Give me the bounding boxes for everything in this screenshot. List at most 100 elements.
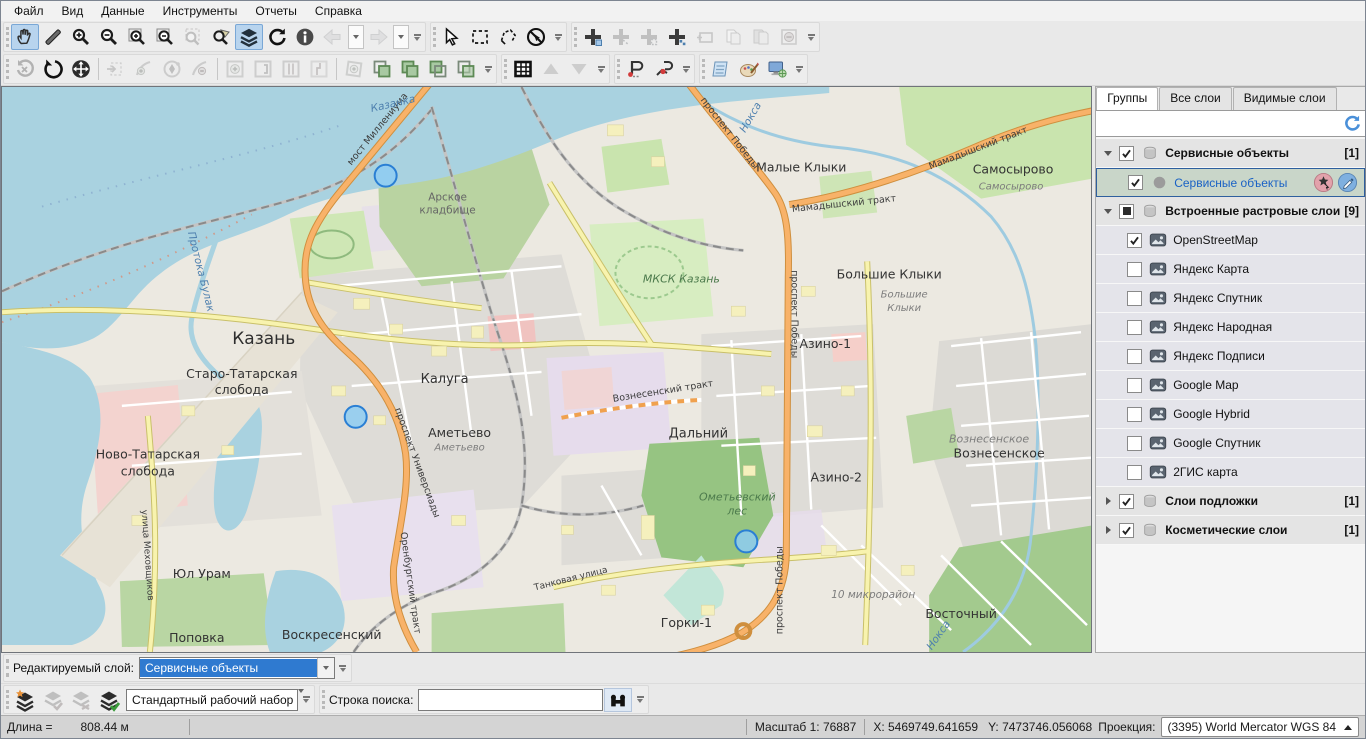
layer-checkbox[interactable] <box>1128 175 1143 190</box>
workset-save-icon[interactable] <box>39 687 67 713</box>
toolbar-overflow-button[interactable] <box>595 56 607 82</box>
expand-icon[interactable] <box>1100 526 1116 534</box>
layer-checkbox[interactable] <box>1119 146 1134 161</box>
layer-group-row[interactable]: Встроенные растровые слои [9] <box>1096 197 1365 226</box>
transform-rect-icon[interactable] <box>102 56 130 82</box>
working-set-combo[interactable]: Стандартный рабочий набор <box>126 689 298 711</box>
edit-action-icon[interactable] <box>1337 172 1358 193</box>
add-object-by-coordinates-icon[interactable] <box>663 24 691 50</box>
snap-action-icon[interactable] <box>1313 172 1334 193</box>
menu-help[interactable]: Справка <box>306 2 371 20</box>
navigate-forward-icon[interactable] <box>364 24 392 50</box>
tab-all-layers[interactable]: Все слои <box>1159 87 1232 110</box>
layers-icon[interactable] <box>235 24 263 50</box>
layer-checkbox-partial[interactable] <box>1119 204 1134 219</box>
menu-reports[interactable]: Отчеты <box>246 2 305 20</box>
service-object-marker[interactable] <box>345 406 367 428</box>
layer-checkbox[interactable] <box>1127 291 1142 306</box>
region-add-icon[interactable] <box>221 56 249 82</box>
region-cutline-icon[interactable] <box>305 56 333 82</box>
workset-new-icon[interactable] <box>11 687 39 713</box>
style-palette-icon[interactable] <box>735 56 763 82</box>
overlay-union-icon[interactable] <box>396 56 424 82</box>
toolbar-overflow-button[interactable] <box>805 24 817 50</box>
settings-notebook-icon[interactable] <box>707 56 735 82</box>
display-settings-icon[interactable] <box>763 56 791 82</box>
layer-row[interactable]: Яндекс Карта <box>1096 255 1365 284</box>
expand-icon[interactable] <box>1100 497 1116 505</box>
zoom-out-icon[interactable] <box>95 24 123 50</box>
move-object-icon[interactable] <box>67 56 95 82</box>
region-subtract-icon[interactable] <box>249 56 277 82</box>
arc-add-icon[interactable] <box>130 56 158 82</box>
menu-view[interactable]: Вид <box>53 2 93 20</box>
add-object-vertex-icon[interactable] <box>635 24 663 50</box>
editable-layer-combo[interactable]: Сервисные объекты <box>139 657 335 679</box>
toolbar-overflow-button[interactable] <box>411 24 423 50</box>
tab-groups[interactable]: Группы <box>1096 87 1158 110</box>
layer-row[interactable]: Яндекс Спутник <box>1096 284 1365 313</box>
paste-object-icon[interactable] <box>747 24 775 50</box>
layer-checkbox[interactable] <box>1127 233 1142 248</box>
layer-row[interactable]: Google Hybrid <box>1096 400 1365 429</box>
add-object-icon[interactable] <box>579 24 607 50</box>
delete-region-icon[interactable] <box>775 24 803 50</box>
snap-start-icon[interactable] <box>622 56 650 82</box>
layer-row[interactable]: OpenStreetMap <box>1096 226 1365 255</box>
toolbar-overflow-button[interactable] <box>680 56 692 82</box>
workset-delete-icon[interactable] <box>67 687 95 713</box>
add-object-segment-icon[interactable] <box>607 24 635 50</box>
overlay-clip-icon[interactable] <box>452 56 480 82</box>
navigate-back-dropdown[interactable] <box>348 25 364 49</box>
toolbar-overflow-button[interactable] <box>552 24 564 50</box>
undo-rotate-icon[interactable] <box>11 56 39 82</box>
toolbar-overflow-button[interactable] <box>634 687 646 713</box>
projection-combo[interactable]: (3395) World Mercator WGS 84 <box>1161 717 1360 737</box>
rotate-object-icon[interactable] <box>39 56 67 82</box>
information-icon[interactable] <box>291 24 319 50</box>
layer-row[interactable]: Google Map <box>1096 371 1365 400</box>
previous-extent-icon[interactable] <box>179 24 207 50</box>
move-up-icon[interactable] <box>537 56 565 82</box>
refresh-map-icon[interactable] <box>263 24 291 50</box>
menu-data[interactable]: Данные <box>92 2 153 20</box>
layer-filter-input[interactable] <box>1096 111 1339 136</box>
map-view[interactable]: Казань Старо-Татарская слобода Ново-Тата… <box>1 86 1092 653</box>
navigate-back-icon[interactable] <box>319 24 347 50</box>
zoom-out-window-icon[interactable] <box>151 24 179 50</box>
service-object-marker[interactable] <box>375 165 397 187</box>
snap-vertex-icon[interactable] <box>650 56 678 82</box>
layer-row[interactable]: Google Спутник <box>1096 429 1365 458</box>
layer-row[interactable]: Яндекс Народная <box>1096 313 1365 342</box>
toolbar-overflow-button[interactable] <box>793 56 805 82</box>
layer-checkbox[interactable] <box>1127 407 1142 422</box>
paste-as-object-icon[interactable] <box>691 24 719 50</box>
region-split-icon[interactable] <box>277 56 305 82</box>
service-object-marker[interactable] <box>735 530 757 552</box>
copy-object-icon[interactable] <box>719 24 747 50</box>
select-lasso-icon[interactable] <box>494 24 522 50</box>
search-binoculars-icon[interactable] <box>604 688 632 712</box>
region-new-icon[interactable] <box>340 56 368 82</box>
tab-visible-layers[interactable]: Видимые слои <box>1233 87 1337 110</box>
layer-checkbox[interactable] <box>1127 349 1142 364</box>
toolbar-overflow-button[interactable] <box>337 655 349 681</box>
select-arrow-icon[interactable] <box>438 24 466 50</box>
layer-checkbox[interactable] <box>1119 494 1134 509</box>
layer-row[interactable]: Яндекс Подписи <box>1096 342 1365 371</box>
pan-hand-icon[interactable] <box>11 24 39 50</box>
zoom-in-icon[interactable] <box>67 24 95 50</box>
collapse-icon[interactable] <box>1100 151 1116 156</box>
overlay-intersect-icon[interactable] <box>368 56 396 82</box>
measure-ruler-icon[interactable] <box>39 24 67 50</box>
combo-arrow-icon[interactable] <box>317 658 334 678</box>
layer-checkbox[interactable] <box>1119 523 1134 538</box>
layer-checkbox[interactable] <box>1127 262 1142 277</box>
toolbar-overflow-button[interactable] <box>482 56 494 82</box>
attribute-table-icon[interactable] <box>509 56 537 82</box>
refresh-layers-icon[interactable] <box>1339 114 1365 133</box>
layer-row[interactable]: 2ГИС карта <box>1096 458 1365 487</box>
layer-checkbox[interactable] <box>1127 465 1142 480</box>
layer-checkbox[interactable] <box>1127 436 1142 451</box>
workset-apply-icon[interactable] <box>95 687 123 713</box>
